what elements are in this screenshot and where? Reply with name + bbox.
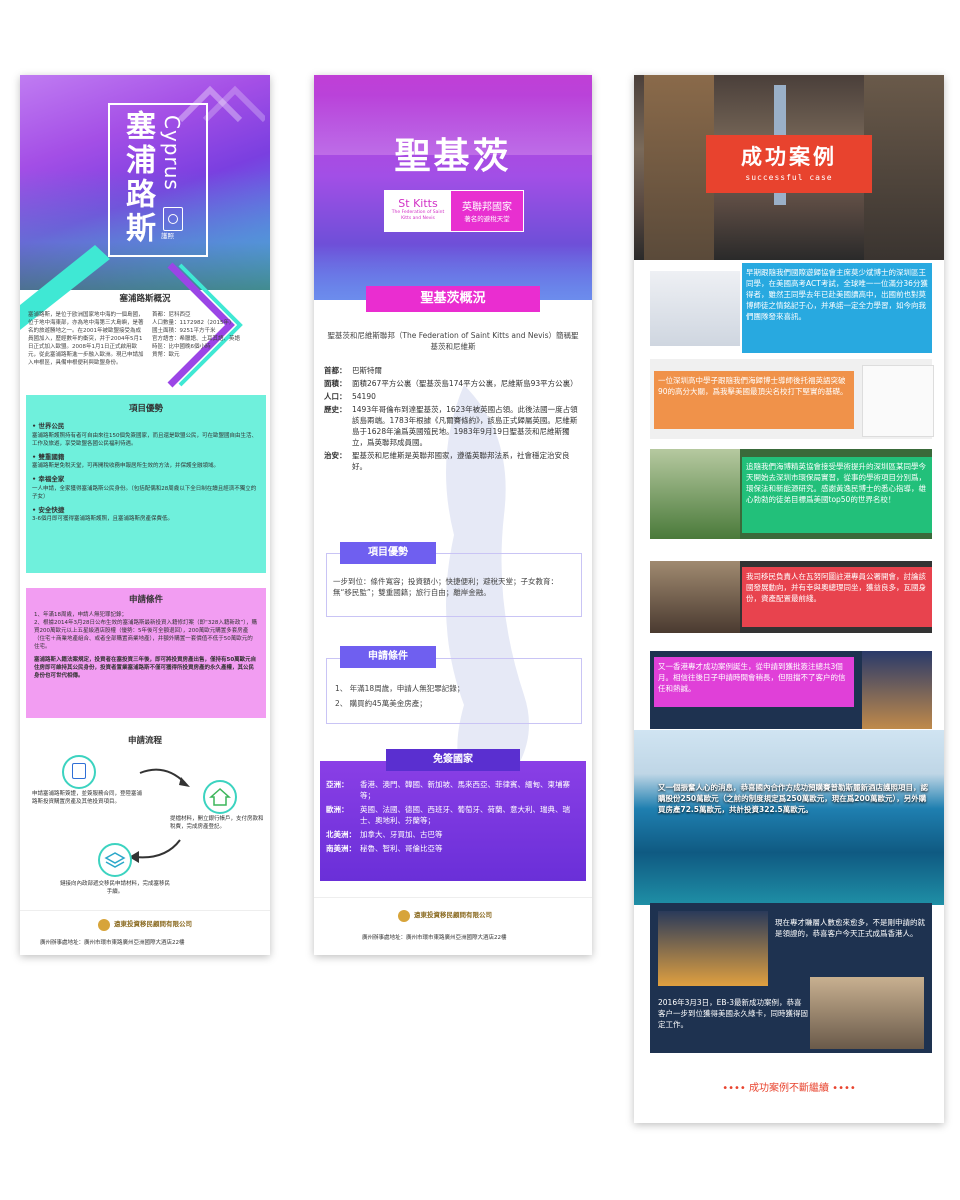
company-logo-icon (398, 910, 410, 922)
case-strip: 追隨我們海博精英協會接受學術提升的深圳區某同學今天開始去深圳市環保局實習，從事的… (650, 449, 932, 539)
footer: 遠東投資移民顧問有限公司 廣州辦事處地址：廣州市環市東路廣州亞洲國際大酒店22樓 (314, 897, 592, 955)
sea-coast-photo: 又一個振奮人心的消息，恭喜國內合作方成功預購賽普勒斯麗新酒店護照項目，認購股份2… (634, 730, 944, 905)
title-cyprus-cn: 塞浦路斯 (120, 110, 155, 246)
st-kitts-banner: 聖基茨 St Kitts The Federation of Saint Kit… (314, 75, 592, 955)
case-text: 2016年3月3日，EB-3最新成功案例，恭喜客户一步到位獲得美國永久綠卡，同時… (658, 998, 808, 1029)
title-tag: St Kitts The Federation of Saint Kitts a… (384, 190, 524, 232)
title-box: 成功案例 successful case (706, 135, 872, 193)
fact-row: 人口： 54190 (324, 392, 376, 401)
success-cases-banner: 成功案例 successful case 早期跟隨我們國際遊歸協會主席莫少斌博士… (634, 75, 944, 1123)
fact-row: 面積： 面積267平方公裏（聖基茨島174平方公裏，尼維斯島93平方公裏） (324, 379, 578, 388)
footer: 遠東投資移民顧問有限公司 廣州辦事處地址：廣州市環市東路廣州亞洲國際大酒店22樓 (20, 910, 270, 955)
advantages-heading: 項目優勢 (340, 542, 436, 564)
tag-en-panel: St Kitts The Federation of Saint Kitts a… (385, 191, 451, 231)
conditions-note: 塞浦路斯入籍法案規定，投資者在塞投資三年後，即可將投資房產出售，僅持有50萬歐元… (34, 657, 257, 679)
conditions-text: 1、年滿18周歲，申請人無犯罪記錄； 2、根據2014年3月28日公布生效的塞浦… (34, 612, 257, 650)
case-strip: 又一香港專才成功案例誕生，從申請到獲批簽注總共3個月。相信往後日子申請時間會稍長… (650, 651, 932, 729)
case-strip: 現在專才賺層人數愈來愈多，不是剛申請的就是領證的，恭喜客户今天正式成爲香港人。 … (650, 903, 932, 1053)
case-text: 又一香港專才成功案例誕生，從申請到獲批簽注總共3個月。相信往後日子申請時間會稍長… (654, 657, 854, 707)
case-text: 一位深圳高中學子跟隨我們海歸博士導師後托福英語突破90的高分大關，爲我擊美國最頂… (654, 371, 854, 429)
night-street-photo (658, 911, 768, 986)
process-step-1: 申請塞浦路斯簽證，並簽服務合同，登陸塞浦路斯投資購置房產及其他投資項目。 (32, 791, 143, 805)
case-text: 又一個振奮人心的消息，恭喜國內合作方成功預購賽普勒斯麗新酒店護照項目，認購股份2… (658, 783, 928, 814)
meeting-photo (650, 561, 740, 633)
id-card-icon (62, 755, 96, 789)
company-address: 廣州辦事處地址：廣州市環市東路廣州亞洲國際大酒店22樓 (40, 940, 185, 946)
fact-row: 歷史： 1493年哥倫布到達聖基茨，1623年被英國占領。此後法國一度占領該島兩端… (324, 405, 578, 447)
conditions-heading: 申請條件 (340, 646, 436, 668)
passport-icon (163, 207, 183, 231)
title-st-kitts: 聖基茨 (394, 135, 512, 177)
company-name: 遠東投資移民顧問有限公司 (414, 911, 492, 919)
arrow-right-icon (139, 768, 190, 787)
city-street-photo (810, 977, 924, 1049)
advantages-box: 項目優勢 • 世界公民 塞浦路斯護照持有者可自由來往150個免簽國家，而且還是歐… (26, 395, 266, 573)
title-cyprus-en: Cyprus (160, 115, 184, 191)
case-strip: 我司移民負責人在瓦努阿圖註港專員公署開會，討論該國發展動向，并有幸與奧總理同坐，… (650, 561, 932, 633)
advantage-item: • 幸福全家 一人申請，全家獲得塞浦路斯公民身份。（包括配偶和28周歲以下全日制… (32, 475, 257, 500)
layers-icon (98, 843, 132, 877)
visa-row: 亞洲： 香港、澳門、韓國、新加坡、馬來西亞、菲律賓、緬甸、柬埔寨等； (326, 780, 570, 800)
student-photo (650, 271, 740, 346)
fact-row: 治安： 聖基茨和尼維斯是英聯邦國家，遵循英聯邦法系，社會穩定治安良好。 (324, 451, 570, 471)
visa-free-heading: 免簽國家 (386, 749, 520, 771)
case-text: 現在專才賺層人數愈來愈多，不是剛申請的就是領證的，恭喜客户今天正式成爲香港人。 (775, 918, 925, 938)
case-strip: 一位深圳高中學子跟隨我們海歸博士導師後托福英語突破90的高分大關，爲我擊美國最頂… (650, 359, 934, 439)
process-step-2: 提檔材料，開立銀行帳戶，支付房款和稅費，完成房產登記。 (170, 816, 264, 830)
overview-left-text: 塞浦路斯，是位于欧洲国家地中海的一個島國，位于地中海東部，亦為地中海第三大島嶼，… (28, 312, 144, 366)
house-icon (203, 780, 237, 814)
condition-item: 2、 購買約45萬美金房產； (335, 699, 427, 708)
facts-list: 首都： 巴斯特爾 面積： 面積267平方公裏（聖基茨島174平方公裏，尼維斯島93平… (324, 365, 584, 472)
hong-kong-night-photo (862, 651, 932, 729)
advantage-item: • 雙重國籍 塞浦路斯是免稅天堂，可再開稅收務申報居所生效的方法，并保護全融領域… (32, 452, 220, 470)
cases-footer: •••• 成功案例不斷繼續 •••• (722, 1083, 856, 1094)
advantage-item: • 安全快捷 3-6個月即可獲得塞浦路斯護照，且塞浦路斯房產保費低。 (32, 505, 173, 523)
title-success-cases: 成功案例 (741, 145, 837, 169)
company-logo-icon (98, 919, 110, 931)
case-text: 我司移民負責人在瓦努阿圖註港專員公署開會，討論該國發展動向，并有幸與奧總理同坐，… (742, 567, 932, 627)
overview-heading: 塞浦路斯概況 (119, 294, 171, 304)
st-kitts-hero: 聖基茨 St Kitts The Federation of Saint Kit… (314, 75, 592, 300)
visa-free-box: 亞洲： 香港、澳門、韓國、新加坡、馬來西亞、菲律賓、緬甸、柬埔寨等； 歐洲： 英國、… (320, 761, 586, 881)
case-text: 早期跟隨我們國際遊歸協會主席莫少斌博士的深圳區王同學，在美國高考ACT考試，全球… (742, 263, 932, 353)
company-name: 遠東投資移民顧問有限公司 (114, 920, 192, 928)
cyprus-banner: 塞浦路斯 Cyprus 護照 塞浦路斯概況 塞浦路斯，是位于欧洲国家地中海的一個… (20, 75, 270, 955)
fact-row: 首都： 巴斯特爾 (324, 366, 382, 375)
advantage-item: • 世界公民 塞浦路斯護照持有者可自由來往150個免簽國家，而且還是歐盟公民，可… (32, 422, 258, 447)
wind-turbine-photo (650, 449, 740, 539)
advantages-heading: 項目優勢 (128, 404, 163, 414)
passport-label: 護照 (161, 232, 174, 240)
document-photo (862, 365, 934, 437)
visa-row: 北美洲： 加拿大、牙買加、古巴等 (326, 830, 443, 839)
subtitle: successful case (745, 173, 833, 182)
intro-text: 聖基茨和尼維斯聯邦（The Federation of Saint Kitts … (327, 331, 579, 351)
arrow-left-icon (129, 839, 181, 863)
process-step-3: 鏈接向內政部遞交移民申請材料，完成塞移民手續。 (60, 881, 171, 895)
case-strip: 早期跟隨我們國際遊歸協會主席莫少斌博士的深圳區王同學，在美國高考ACT考試，全球… (650, 263, 932, 353)
overview-heading: 聖基茨概況 (366, 286, 540, 312)
case-text: 追隨我們海博精英協會接受學術提升的深圳區某同學今天開始去深圳市環保局實習，從事的… (742, 457, 932, 533)
conditions-box: 申請條件 1、年滿18周歲，申請人無犯罪記錄； 2、根據2014年3月28日公布… (26, 588, 266, 718)
visa-row: 歐洲： 英國、法國、德國、西班牙、葡萄牙、荷蘭、意大利、瑞典、瑞士、奧地利、芬蘭等… (326, 805, 570, 825)
overview-right-text: 首都：尼科西亞 人口數量：1172982（2015年） 國土面積：9251平方千… (152, 312, 241, 358)
tag-cn-panel: 英聯邦國家 著名的避稅天堂 (451, 191, 523, 231)
company-address: 廣州辦事處地址：廣州市環市東路廣州亞洲國際大酒店22樓 (362, 935, 507, 941)
process-heading: 申請流程 (127, 736, 162, 746)
visa-row: 南美洲： 秘魯、智利、哥倫比亞等 (326, 844, 443, 853)
conditions-heading: 申請條件 (128, 595, 163, 605)
